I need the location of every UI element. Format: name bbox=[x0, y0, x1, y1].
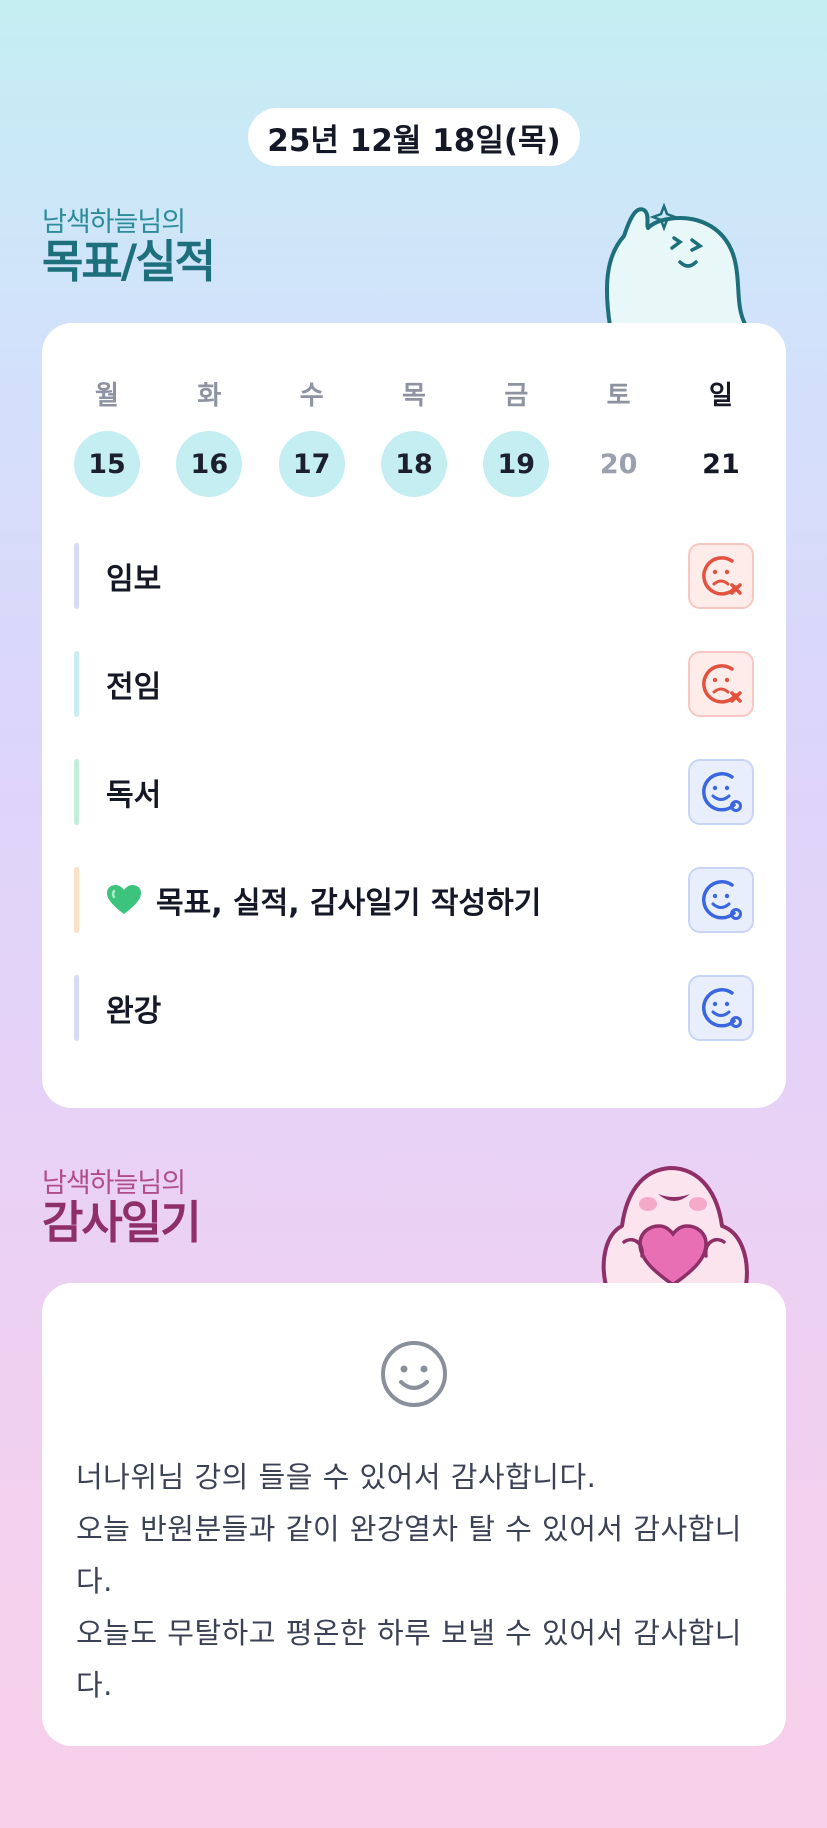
gratitude-title-owner: 남색하늘님의 bbox=[42, 1168, 186, 1199]
gratitude-card: 너나위님 강의 들을 수 있어서 감사합니다. 오늘 반원분들과 같이 완강열차… bbox=[42, 1283, 786, 1746]
smile-o-icon bbox=[702, 988, 742, 1028]
goal-label: 임보 bbox=[106, 562, 162, 597]
weekday-row: 월 화 수 목 금 토 일 bbox=[74, 375, 754, 412]
day-15[interactable]: 15 bbox=[74, 431, 140, 497]
smile-o-icon bbox=[702, 772, 742, 812]
status-fail-button[interactable] bbox=[688, 651, 754, 717]
day-17[interactable]: 17 bbox=[278, 431, 345, 497]
goal-label-with-emoji: 목표, 실적, 감사일기 작성하기 bbox=[106, 878, 541, 922]
sad-x-icon bbox=[702, 556, 742, 596]
green-heart-icon bbox=[107, 885, 141, 914]
goal-item[interactable]: 임보 bbox=[74, 543, 754, 609]
goal-label: 전임 bbox=[106, 670, 162, 705]
goal-color-bar bbox=[74, 867, 79, 933]
gratitude-line: 오늘 반원분들과 같이 완강열차 탈 수 있어서 감사합니다. bbox=[76, 1512, 742, 1598]
goal-item[interactable]: 전임 bbox=[74, 651, 754, 717]
weekday-tue: 화 bbox=[197, 381, 222, 411]
goal-item[interactable]: 독서 bbox=[74, 759, 754, 825]
goal-title-owner: 남색하늘님의 bbox=[42, 207, 186, 238]
weekday-mon: 월 bbox=[95, 381, 119, 411]
day-20[interactable]: 20 bbox=[586, 431, 652, 497]
date-label: 25년 12월 18일(목) bbox=[267, 122, 561, 159]
status-fail-button[interactable] bbox=[688, 543, 754, 609]
gratitude-line: 오늘도 무탈하고 평온한 하루 보낼 수 있어서 감사합니다. bbox=[76, 1616, 742, 1702]
goal-color-bar bbox=[74, 651, 79, 717]
gratitude-line: 너나위님 강의 들을 수 있어서 감사합니다. bbox=[76, 1460, 597, 1494]
goal-color-bar bbox=[74, 543, 79, 609]
day-18[interactable]: 18 bbox=[380, 431, 447, 497]
status-ok-button[interactable] bbox=[688, 975, 754, 1041]
goal-item[interactable]: 완강 bbox=[74, 975, 754, 1041]
sad-x-icon bbox=[702, 664, 742, 704]
goal-title-main: 목표/실적 bbox=[42, 235, 216, 288]
goal-list: 임보 전임 독서 목표, 실적, 감사일기 작성하기 완강 bbox=[74, 543, 754, 1083]
goal-item[interactable]: 목표, 실적, 감사일기 작성하기 bbox=[74, 867, 754, 933]
day-19[interactable]: 19 bbox=[483, 431, 550, 497]
weekday-wed: 수 bbox=[299, 381, 324, 411]
goal-label: 독서 bbox=[106, 778, 162, 813]
smile-o-icon bbox=[702, 880, 742, 920]
goal-section-title: 남색하늘님의 목표/실적 bbox=[42, 207, 216, 288]
gratitude-title-main: 감사일기 bbox=[42, 1196, 202, 1249]
day-21[interactable]: 21 bbox=[688, 431, 754, 497]
gratitude-text: 너나위님 강의 들을 수 있어서 감사합니다. 오늘 반원분들과 같이 완강열차… bbox=[76, 1451, 752, 1711]
mascot-heart-icon bbox=[601, 1166, 749, 1286]
weekday-sun: 일 bbox=[709, 381, 733, 411]
smile-face-icon[interactable] bbox=[379, 1339, 449, 1409]
weekday-sat: 토 bbox=[606, 381, 631, 411]
weekday-fri: 금 bbox=[504, 381, 529, 411]
goal-color-bar bbox=[74, 759, 79, 825]
weekday-thu: 목 bbox=[402, 381, 426, 411]
goal-label: 목표, 실적, 감사일기 작성하기 bbox=[156, 886, 542, 921]
goal-color-bar bbox=[74, 975, 79, 1041]
date-pill: 25년 12월 18일(목) bbox=[248, 108, 580, 166]
status-ok-button[interactable] bbox=[688, 759, 754, 825]
status-ok-button[interactable] bbox=[688, 867, 754, 933]
mascot-waving-icon bbox=[604, 202, 748, 326]
goal-card: 월 화 수 목 금 토 일 15 16 17 18 19 20 21 임보 전임 bbox=[42, 323, 786, 1108]
gratitude-section-title: 남색하늘님의 감사일기 bbox=[42, 1168, 202, 1249]
date-row: 15 16 17 18 19 20 21 bbox=[74, 431, 754, 497]
day-16[interactable]: 16 bbox=[176, 431, 243, 497]
goal-label: 완강 bbox=[106, 994, 162, 1029]
